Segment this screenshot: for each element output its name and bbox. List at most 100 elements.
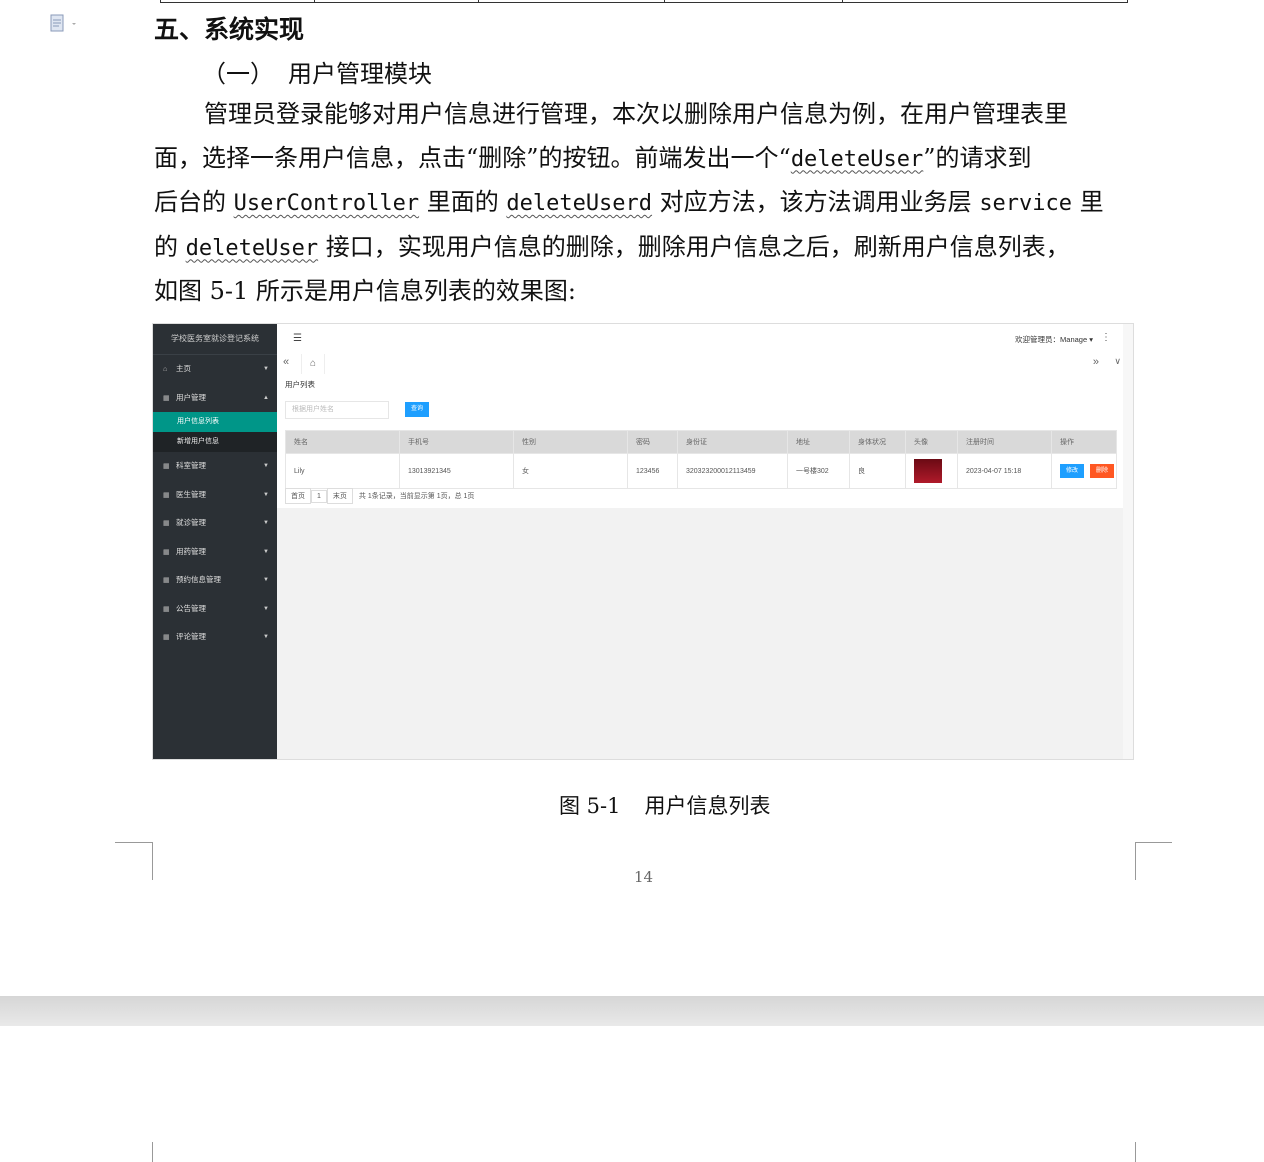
scrollbar-track (1123, 324, 1133, 759)
nav-visit: ▦ 就诊管理 ▼ (153, 509, 277, 538)
calendar-icon: ▦ (163, 548, 170, 556)
page-number-button: 1 (311, 490, 327, 503)
caret-down-icon: ▼ (263, 605, 269, 612)
caret-down-icon: ▼ (263, 463, 269, 469)
caret-down-icon: ▼ (263, 548, 269, 555)
nav-appointment: ▦ 预约信息管理 ▼ (153, 566, 277, 595)
tab-bar: « ⌂ » ∨ (277, 354, 1133, 375)
nav-doctor: ▦ 医生管理 ▼ (153, 481, 277, 510)
nav-label: 评论管理 (176, 632, 206, 641)
table-header: 姓名 手机号 性别 密码 身份证 地址 身体状况 头像 注册时间 操作 (285, 430, 1117, 454)
cell-actions: 修改 删除 (1051, 453, 1117, 489)
paragraph-line: 管理员登录能够对用户信息进行管理，本次以删除用户信息为例，在用户管理表里 (204, 100, 1068, 128)
column-header: 手机号 (399, 430, 514, 454)
calendar-icon: ▦ (163, 394, 170, 402)
crop-mark (115, 842, 152, 843)
page-gap (0, 996, 1264, 1026)
caret-up-icon: ▲ (263, 394, 269, 401)
nav-user-list: 用户信息列表 (153, 412, 277, 432)
calendar-icon: ▦ (163, 634, 170, 641)
embedded-screenshot: 学校医务室就诊登记系统 ⌂ 主页 ▼ ▦ 用户管理 ▲ 用户信息列表 新增用户信息 ▦ 科… (152, 323, 1134, 760)
home-icon: ⌂ (163, 366, 168, 373)
cell-address: 一号楼302 (787, 453, 850, 489)
caret-down-icon: ▼ (263, 366, 269, 372)
scroll-right-icon: » (1092, 356, 1099, 368)
calendar-icon: ▦ (163, 491, 170, 499)
user-list-panel: 用户列表 根据用户姓名 查询 姓名 手机号 性别 密码 身份证 地址 身体状况 … (277, 374, 1133, 508)
code-term: service (979, 191, 1073, 216)
nav-label: 科室管理 (176, 461, 206, 470)
cell-health: 良 (849, 453, 906, 489)
welcome-text: 欢迎管理员：Manage ▾ (1015, 334, 1093, 345)
app-brand: 学校医务室就诊登记系统 (153, 324, 277, 355)
nav-label: 预约信息管理 (176, 575, 221, 584)
paragraph-line: 如图 5-1 所示是用户信息列表的效果图: (154, 277, 576, 305)
body-paragraph: 管理员登录能够对用户信息进行管理，本次以删除用户信息为例，在用户管理表里 面，选… (154, 93, 1136, 314)
column-header: 注册时间 (957, 430, 1052, 454)
cell-password: 123456 (627, 453, 678, 489)
subsection-number: （一） (202, 60, 274, 88)
code-term: deleteUserd (506, 191, 653, 216)
calendar-icon: ▦ (163, 605, 170, 613)
cell-phone: 13013921345 (399, 453, 514, 489)
search-input: 根据用户姓名 (285, 401, 389, 419)
more-icon: ⋮ (1101, 332, 1111, 343)
nav-notice: ▦ 公告管理 ▼ (153, 595, 277, 624)
caret-down-icon: ▼ (263, 491, 269, 498)
delete-button: 删除 (1090, 464, 1114, 478)
paragraph-text: 面，选择一条用户信息，点击“删除”的按钮。前端发出一个“ (154, 143, 791, 172)
chevron-down-icon: ∨ (1114, 356, 1121, 366)
crop-mark (1135, 842, 1172, 843)
cell-name: Lily (285, 453, 400, 489)
nav-comment: ▦ 评论管理 ▼ (153, 623, 277, 652)
column-header: 密码 (627, 430, 678, 454)
user-table: 姓名 手机号 性别 密码 身份证 地址 身体状况 头像 注册时间 操作 Lily… (285, 430, 1117, 489)
nav-medicine: ▦ 用药管理 ▼ (153, 538, 277, 567)
paragraph-text: 对应方法，该方法调用业务层 (652, 188, 980, 216)
document-outline-icon[interactable] (50, 14, 80, 34)
table-row: Lily 13013921345 女 123456 32032320001211… (285, 453, 1117, 489)
caret-down-icon: ▾ (1089, 335, 1093, 344)
nav-add-user: 新增用户信息 (153, 432, 277, 452)
paragraph-text: 接口，实现用户信息的删除，删除用户信息之后，刷新用户信息列表， (318, 232, 1070, 261)
section-heading: 五、系统实现 (154, 15, 305, 44)
column-header: 性别 (513, 430, 628, 454)
paragraph-text: 的 (154, 232, 186, 261)
caret-down-icon: ▼ (263, 520, 269, 526)
cell-registered: 2023-04-07 15:18 (957, 453, 1052, 489)
cell-id-card: 320323200012113459 (677, 453, 788, 489)
cell-gender: 女 (513, 453, 628, 489)
nav-label: 用户管理 (176, 392, 206, 402)
crop-mark (152, 842, 153, 880)
nav-home: ⌂ 主页 ▼ (153, 355, 277, 384)
first-page-button: 首页 (285, 488, 311, 504)
welcome-label: 欢迎管理员：Manage (1015, 335, 1088, 344)
page-number: 14 (634, 868, 654, 886)
figure-title: 用户信息列表 (644, 794, 771, 818)
app-topbar: ☰ 欢迎管理员：Manage ▾ ⋮ (277, 324, 1133, 355)
calendar-icon: ▦ (163, 577, 170, 584)
paragraph-text: 里面的 (419, 188, 507, 216)
table-bottom-border (160, 0, 1128, 3)
crop-mark (1135, 1142, 1136, 1162)
code-term: deleteUser (185, 235, 319, 261)
column-header: 头像 (905, 430, 958, 454)
caret-down-icon: ▼ (263, 577, 269, 583)
code-term: UserController (233, 191, 420, 216)
crop-mark (1135, 842, 1136, 880)
column-header: 姓名 (285, 430, 400, 454)
paragraph-text: 后台的 (154, 188, 234, 216)
calendar-icon: ▦ (163, 463, 170, 470)
last-page-button: 末页 (326, 488, 353, 504)
figure-label: 图 5-1 (559, 794, 621, 818)
nav-dept: ▦ 科室管理 ▼ (153, 452, 277, 481)
caret-down-icon: ▼ (263, 634, 269, 640)
scroll-left-icon: « (283, 356, 290, 368)
avatar (914, 459, 942, 483)
calendar-icon: ▦ (163, 520, 170, 527)
pagination: 首页 1 末页共 1条记录，当前显示第 1页，总 1页 (285, 488, 474, 504)
column-header: 地址 (787, 430, 850, 454)
menu-toggle-icon: ☰ (293, 333, 302, 344)
pagination-info: 共 1条记录，当前显示第 1页，总 1页 (358, 493, 475, 500)
home-tab-icon: ⌂ (301, 354, 325, 374)
